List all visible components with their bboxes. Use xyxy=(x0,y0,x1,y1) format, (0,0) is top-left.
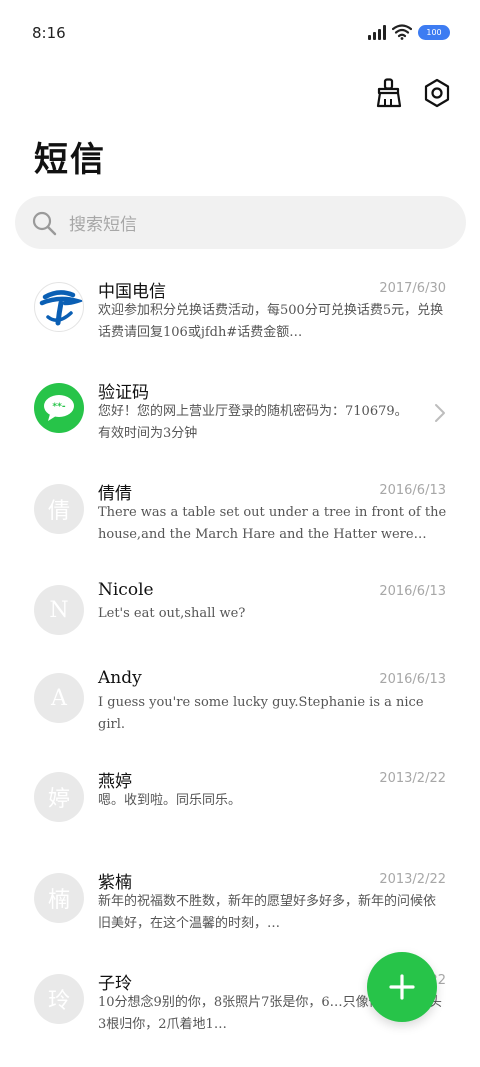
contact-name: Nicole xyxy=(98,580,154,600)
message-item-qianqian[interactable]: 倩 倩倩 2016/6/13 There was a table set out… xyxy=(0,464,480,565)
avatar: A xyxy=(34,673,84,723)
page-title: 短信 xyxy=(34,140,106,180)
top-actions xyxy=(374,78,452,108)
status-time: 8:16 xyxy=(32,24,66,42)
message-item-verification-code[interactable]: **- 验证码 您好！您的网上营业厅登录的随机密码为：710679。有效时间为3… xyxy=(0,363,480,464)
avatar: 楠 xyxy=(34,873,84,923)
contact-name: 倩倩 xyxy=(98,484,132,504)
message-preview: 欢迎参加积分兑换话费活动，每500分可兑换话费5元，兑换话费请回复106或jfd… xyxy=(98,303,444,340)
contact-name: 验证码 xyxy=(98,383,149,403)
clean-button[interactable] xyxy=(374,78,404,108)
svg-text:**-: **- xyxy=(52,402,65,412)
battery-icon: 100 xyxy=(418,24,450,40)
message-preview: Let's eat out,shall we? xyxy=(98,606,246,621)
message-date: 2016/6/13 xyxy=(379,584,446,599)
search-placeholder: 搜索短信 xyxy=(69,215,137,235)
avatar: 倩 xyxy=(34,484,84,534)
message-date: 2013/2/22 xyxy=(379,872,446,887)
telecom-logo-icon xyxy=(39,290,83,326)
message-item-china-telecom[interactable]: 中国电信 2017/6/30 欢迎参加积分兑换话费活动，每500分可兑换话费5元… xyxy=(0,262,480,363)
message-preview: 新年的祝福数不胜数，新年的愿望好多好多，新年的问候依旧美好，在这个温馨的时刻，… xyxy=(98,894,437,931)
broom-icon xyxy=(376,78,402,108)
message-item-yanting[interactable]: 婷 燕婷 2013/2/22 嗯。收到啦。同乐同乐。 xyxy=(0,752,480,853)
message-preview: 嗯。收到啦。同乐同乐。 xyxy=(98,793,242,808)
message-item-zinan[interactable]: 楠 紫楠 2013/2/22 新年的祝福数不胜数，新年的愿望好多好多，新年的问候… xyxy=(0,853,480,954)
message-item-nicole[interactable]: N Nicole 2016/6/13 Let's eat out,shall w… xyxy=(0,565,480,666)
search-icon xyxy=(32,211,57,235)
settings-button[interactable] xyxy=(422,78,452,108)
search-bar[interactable]: 搜索短信 xyxy=(15,196,466,249)
message-preview: 您好！您的网上营业厅登录的随机密码为：710679。有效时间为3分钟 xyxy=(98,404,408,441)
contact-name: Andy xyxy=(98,668,142,688)
wifi-icon xyxy=(392,24,412,40)
avatar: **- xyxy=(34,383,84,433)
chevron-right-icon xyxy=(435,404,445,422)
avatar: 婷 xyxy=(34,772,84,822)
message-date: 2016/6/13 xyxy=(379,672,446,687)
message-preview: There was a table set out under a tree i… xyxy=(98,505,447,542)
message-item-andy[interactable]: A Andy 2016/6/13 I guess you're some luc… xyxy=(0,666,480,752)
message-date: 2013/2/22 xyxy=(379,771,446,786)
contact-name: 紫楠 xyxy=(98,873,132,893)
message-list: 中国电信 2017/6/30 欢迎参加积分兑换话费活动，每500分可兑换话费5元… xyxy=(0,262,480,1055)
message-date: 2017/6/30 xyxy=(379,281,446,296)
plus-icon xyxy=(389,974,415,1000)
sms-bubble-icon: **- xyxy=(44,395,74,421)
avatar: 玲 xyxy=(34,974,84,1024)
status-bar: 8:16 100 xyxy=(0,0,480,66)
status-icons: 100 xyxy=(368,24,450,40)
avatar xyxy=(34,282,84,332)
signal-icon xyxy=(368,24,386,40)
message-preview: I guess you're some lucky guy.Stephanie … xyxy=(98,695,424,732)
contact-name: 中国电信 xyxy=(98,282,166,302)
contact-name: 燕婷 xyxy=(98,772,132,792)
new-message-button[interactable] xyxy=(367,952,437,1022)
contact-name: 子玲 xyxy=(98,974,132,994)
avatar: N xyxy=(34,585,84,635)
gear-icon xyxy=(424,78,450,108)
message-date: 2016/6/13 xyxy=(379,483,446,498)
